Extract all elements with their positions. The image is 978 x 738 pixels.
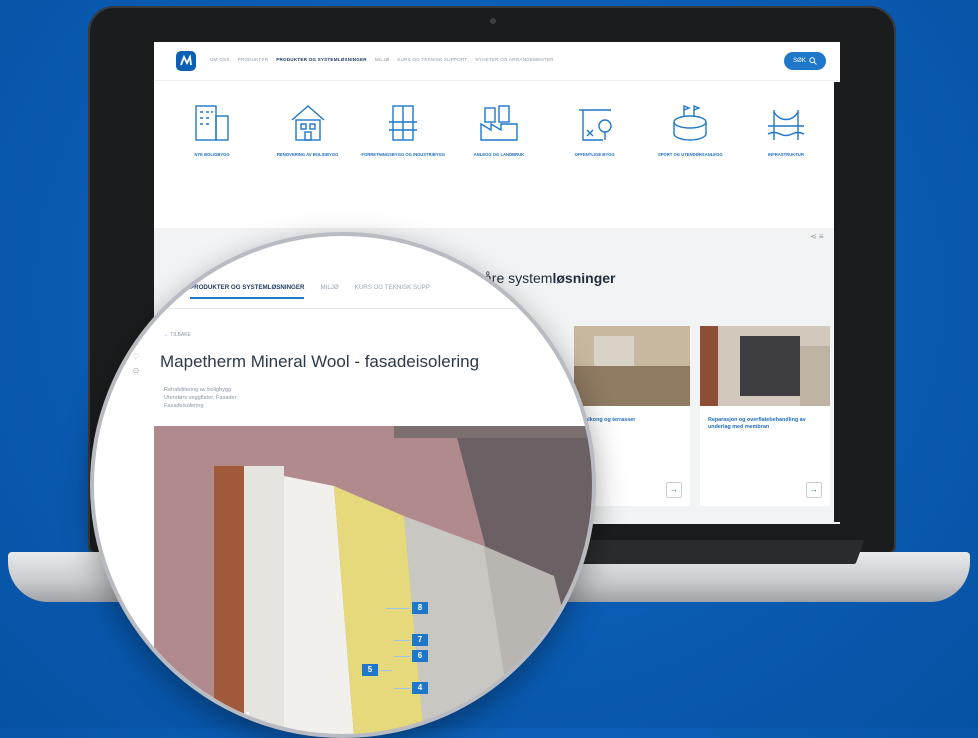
arrow-right-icon[interactable]: →	[666, 482, 682, 498]
category-label: ANLEGG OG LANDBRUK	[473, 152, 525, 157]
public-building-icon	[578, 109, 612, 141]
category-row: NYE BOLIGBYGG RENOVERING AV BOLIGBYGG FO…	[166, 100, 832, 158]
nav-link-solutions[interactable]: PRODUKTER OG SYSTEMLØSNINGER	[276, 57, 367, 62]
callout-line	[386, 608, 410, 609]
tab-solutions[interactable]: PRODUKTER OG SYSTEMLØSNINGER	[189, 284, 305, 299]
callout-badge: 5	[362, 664, 378, 676]
share-icon[interactable]: ⋖ ♡ ⊙	[130, 336, 142, 378]
product-meta: Rehabilitering av boligbygg Utendørs veg…	[164, 386, 236, 410]
tab-overview[interactable]: EW	[164, 284, 174, 299]
camera	[490, 18, 496, 24]
category-label: SPORT OG UTENDØRSANLEGG	[657, 152, 723, 157]
tab-support[interactable]: KURS OG TEKNISK SUPP	[355, 284, 430, 299]
tab-environment[interactable]: MILJØ	[320, 284, 338, 299]
callout-line	[394, 688, 410, 689]
mapei-logo[interactable]	[176, 51, 196, 71]
nav-link-support[interactable]: KURS OG TEKNISK SUPPORT	[397, 57, 467, 62]
callout-badge: 8	[412, 602, 428, 614]
share-icon[interactable]: ⋖ ≡	[810, 232, 824, 241]
callout-line	[394, 640, 410, 641]
back-link[interactable]: ← TILBAKE	[164, 332, 191, 338]
category-label: RENOVERING AV BOLIGBYGG	[276, 152, 339, 157]
callout-line	[394, 656, 410, 657]
search-icon	[809, 57, 817, 65]
scrollbar[interactable]	[834, 82, 840, 522]
category-label: NYE BOLIGBYGG	[194, 152, 230, 157]
category-industry[interactable]: ANLEGG OG LANDBRUK	[453, 100, 545, 158]
callout-badge: 7	[412, 634, 428, 646]
meta-line: Rehabilitering av boligbygg	[164, 387, 232, 393]
magnifier-circle: ⋖ ♡ ⊙ EW PRODUKTER OG SYSTEMLØSNINGER MILJ…	[90, 232, 596, 738]
search-label: SØK	[793, 58, 806, 64]
search-button[interactable]: SØK	[784, 52, 826, 70]
bridge-icon	[767, 110, 805, 140]
top-navigation: OM OSS PRODUKTER PRODUKTER OG SYSTEMLØSN…	[154, 42, 840, 81]
category-new-residential[interactable]: NYE BOLIGBYGG	[166, 100, 258, 158]
arrow-right-icon[interactable]: →	[806, 482, 822, 498]
nav-link-about[interactable]: OM OSS	[210, 57, 230, 62]
solution-card[interactable]: Reparasjon og overflatebehandling av und…	[700, 326, 830, 506]
category-label: OFFENTLIGE BYGG	[574, 152, 615, 157]
nav-link-news[interactable]: NYHETER OG ARRANGEMENTER	[475, 57, 553, 62]
nav-link-products[interactable]: PRODUKTER	[238, 57, 269, 62]
stadium-icon	[673, 104, 707, 141]
category-label: INFRASTRUKTUR	[768, 152, 804, 157]
meta-line: Utendørs veggflater, Fasader	[164, 395, 237, 401]
callout-line	[380, 670, 392, 671]
category-commercial[interactable]: FORRETNINGSBYGG OG INDUSTRIBYGG	[357, 100, 449, 158]
nav-links: OM OSS PRODUKTER PRODUKTER OG SYSTEMLØSN…	[210, 57, 554, 62]
pagination-dot	[246, 712, 249, 715]
category-label: FORRETNINGSBYGG OG INDUSTRIBYGG	[361, 152, 446, 157]
office-building-icon	[389, 105, 418, 141]
callout-badge: 4	[412, 682, 428, 694]
card-title: Reparasjon og overflatebehandling av und…	[708, 417, 806, 430]
meta-line: Fasadeisolering	[164, 403, 204, 409]
facade-system-image	[154, 426, 592, 734]
callout-badge: 6	[412, 650, 428, 662]
category-renovation[interactable]: RENOVERING AV BOLIGBYGG	[262, 100, 354, 158]
category-infrastructure[interactable]: INFRASTRUKTUR	[740, 100, 832, 158]
magnified-tabs: EW PRODUKTER OG SYSTEMLØSNINGER MILJØ KU…	[164, 284, 430, 299]
keyboard	[555, 540, 865, 564]
nav-link-environment[interactable]: MILJØ	[375, 57, 390, 62]
house-icon	[291, 105, 325, 141]
factory-icon	[480, 105, 518, 141]
category-public[interactable]: OFFENTLIGE BYGG	[549, 100, 641, 158]
divider	[94, 308, 592, 309]
apartment-building-icon	[195, 105, 229, 141]
category-sports[interactable]: SPORT OG UTENDØRSANLEGG	[644, 100, 736, 158]
card-image	[700, 326, 830, 406]
product-title: Mapetherm Mineral Wool - fasadeisolering	[160, 352, 480, 371]
